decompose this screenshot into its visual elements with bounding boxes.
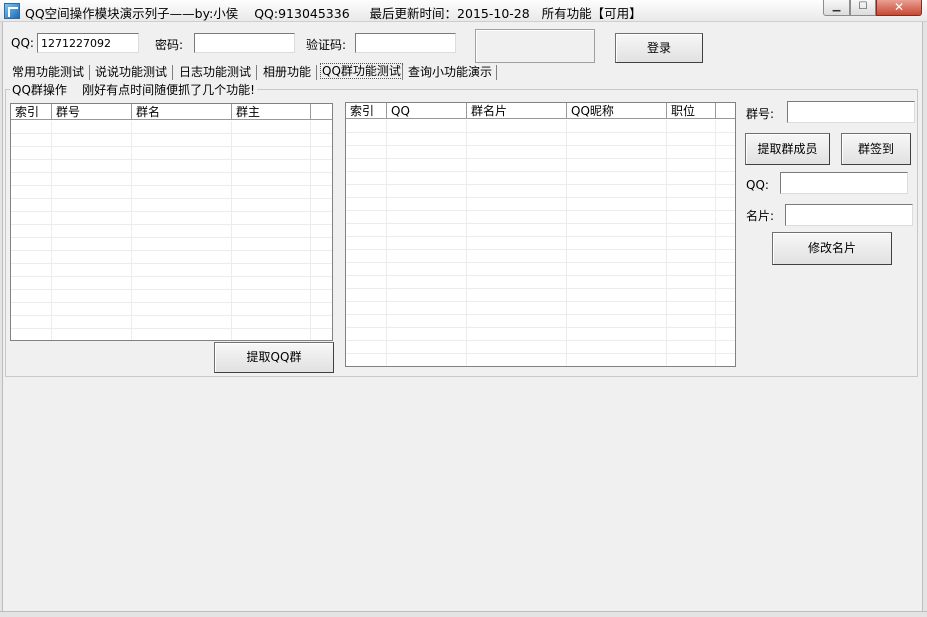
tab-common[interactable]: 常用功能测试: [12, 63, 84, 81]
column-header-filler: [716, 103, 735, 119]
group-list-body: [11, 121, 332, 340]
tab-separator: [402, 65, 403, 80]
group-number-label: 群号:: [746, 107, 775, 121]
member-list[interactable]: 索引 QQ 群名片 QQ昵称 职位: [345, 102, 736, 367]
grid-line: [386, 120, 387, 366]
app-icon: [4, 3, 20, 19]
captcha-image-box: [475, 29, 595, 63]
grid-line: [51, 121, 52, 340]
close-icon: ✕: [893, 0, 905, 14]
column-header-group-card[interactable]: 群名片: [467, 103, 567, 119]
qq-label: QQ:: [11, 36, 34, 50]
fetch-qq-groups-button[interactable]: 提取QQ群: [214, 342, 334, 373]
fetch-members-button[interactable]: 提取群成员: [745, 133, 830, 165]
group-list-header: 索引 群号 群名 群主: [11, 104, 332, 120]
group-list[interactable]: 索引 群号 群名 群主: [10, 103, 333, 341]
tab-separator: [89, 65, 90, 80]
maximize-button[interactable]: ☐: [850, 0, 876, 16]
column-header-qq[interactable]: QQ: [387, 103, 467, 119]
tab-shuoshuo[interactable]: 说说功能测试: [95, 63, 167, 81]
group-box-title: QQ群操作 刚好有点时间随便抓了几个功能!: [10, 81, 257, 98]
group-number-input[interactable]: [787, 101, 915, 123]
qq-input[interactable]: [37, 33, 139, 53]
member-qq-label: QQ:: [746, 178, 769, 192]
edit-card-button[interactable]: 修改名片: [772, 232, 892, 265]
card-label: 名片:: [746, 209, 775, 223]
grid-line: [310, 121, 311, 340]
member-list-header: 索引 QQ 群名片 QQ昵称 职位: [346, 103, 735, 119]
tab-separator: [256, 65, 257, 80]
column-header-group-owner[interactable]: 群主: [232, 104, 311, 120]
window-title: QQ空间操作模块演示列子——by:小侯 QQ:913045336 最后更新时间：…: [25, 6, 642, 21]
tab-album[interactable]: 相册功能: [263, 63, 311, 81]
member-list-body: [346, 120, 735, 366]
maximize-icon: ☐: [858, 1, 868, 12]
card-input[interactable]: [785, 204, 913, 226]
window-frame-left: [0, 22, 3, 617]
window-frame-right: [922, 22, 927, 617]
column-header-qq-nickname[interactable]: QQ昵称: [567, 103, 667, 119]
grid-line: [131, 121, 132, 340]
password-label: 密码:: [155, 38, 184, 52]
close-button[interactable]: ✕: [876, 0, 922, 16]
grid-line: [566, 120, 567, 366]
grid-line: [466, 120, 467, 366]
column-header-index[interactable]: 索引: [11, 104, 52, 120]
login-button[interactable]: 登录: [615, 33, 703, 63]
grid-line: [715, 120, 716, 366]
tab-query[interactable]: 查询小功能演示: [408, 63, 492, 81]
column-header-group-name[interactable]: 群名: [132, 104, 232, 120]
group-checkin-button[interactable]: 群签到: [841, 133, 911, 165]
tab-separator: [496, 65, 497, 80]
minimize-icon: ▁: [832, 1, 841, 12]
tab-blog[interactable]: 日志功能测试: [179, 63, 251, 81]
captcha-label: 验证码:: [306, 38, 347, 52]
tab-qq-group[interactable]: QQ群功能测试: [320, 63, 403, 79]
member-qq-input[interactable]: [780, 172, 908, 194]
captcha-input[interactable]: [355, 33, 456, 53]
grid-line: [231, 121, 232, 340]
grid-line: [666, 120, 667, 366]
column-header-filler: [311, 104, 332, 120]
password-input[interactable]: [194, 33, 295, 53]
window-frame-bottom: [0, 611, 927, 617]
column-header-position[interactable]: 职位: [667, 103, 716, 119]
minimize-button[interactable]: ▁: [823, 0, 850, 16]
column-header-group-number[interactable]: 群号: [52, 104, 132, 120]
tab-separator: [316, 65, 317, 80]
tab-separator: [172, 65, 173, 80]
column-header-index[interactable]: 索引: [346, 103, 387, 119]
